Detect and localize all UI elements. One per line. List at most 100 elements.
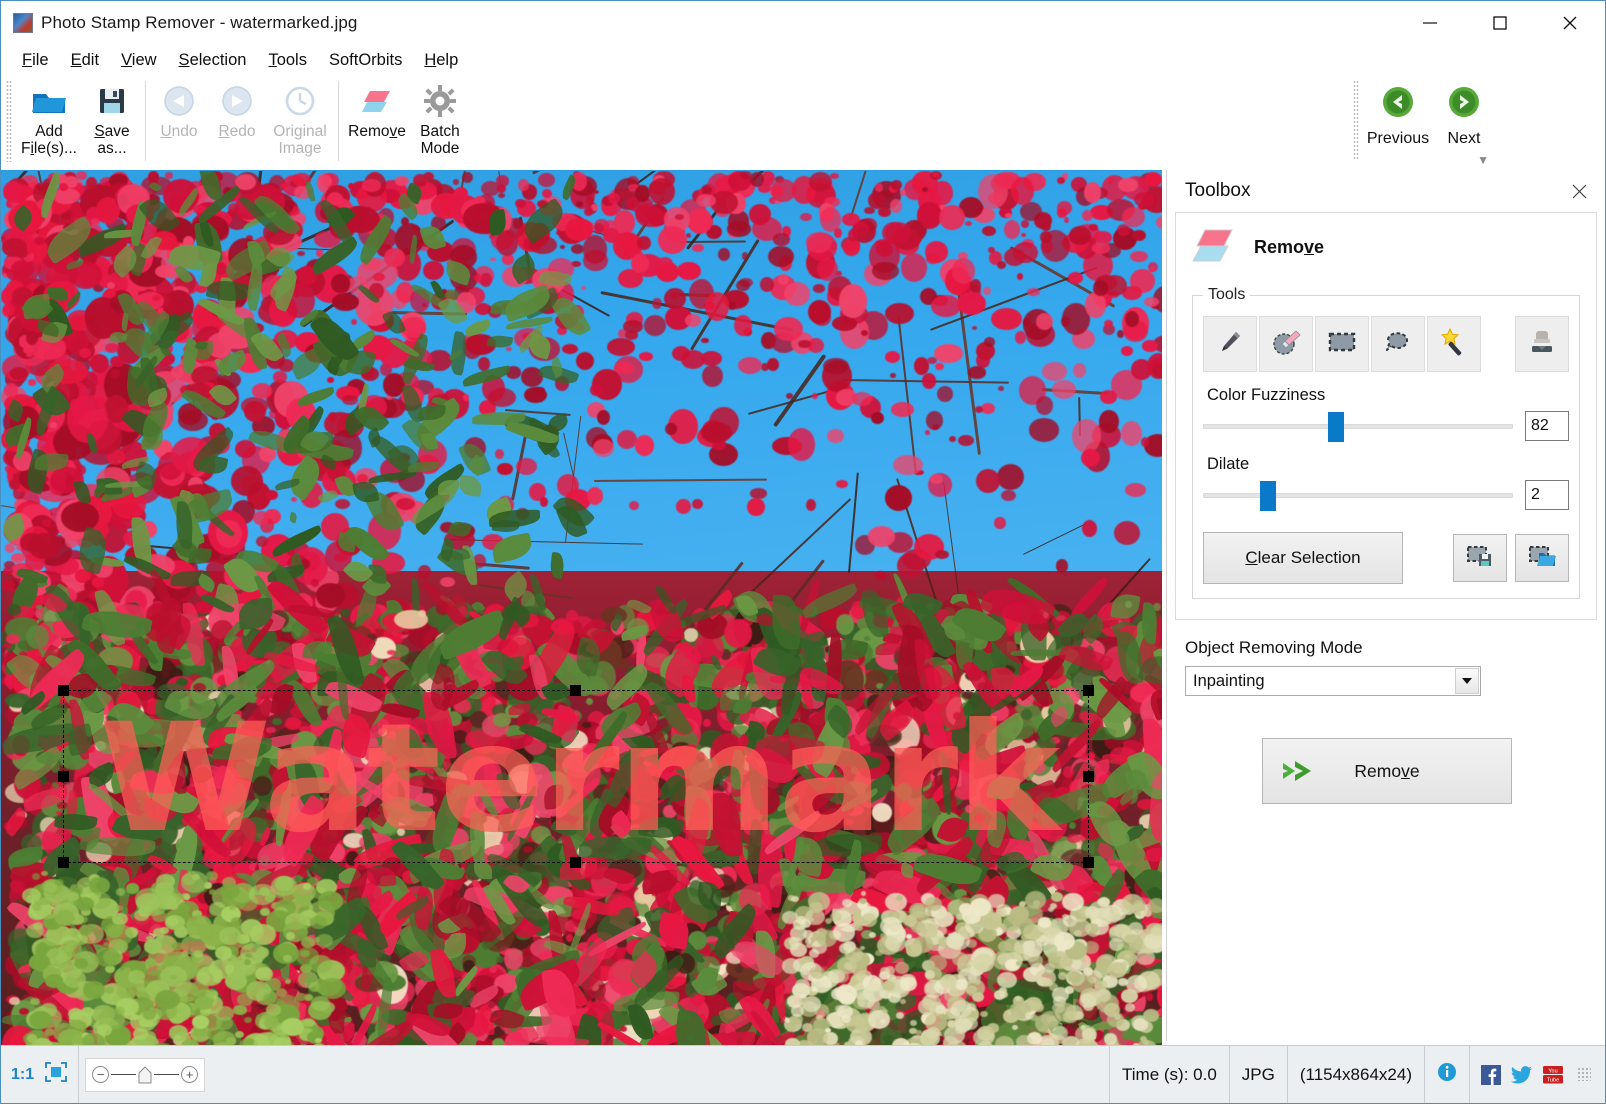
maximize-button[interactable] <box>1465 1 1535 45</box>
photo-foliage-dot <box>863 635 870 642</box>
photo-blossom <box>423 261 444 281</box>
photo-blossom <box>890 180 903 190</box>
photo-blossom <box>691 244 705 253</box>
batch-mode-line2: Mode <box>420 140 460 158</box>
photo-blossom <box>634 184 650 203</box>
photo-blossom <box>843 238 860 257</box>
photo-blossom <box>734 315 752 337</box>
ribbon-drag-handle[interactable] <box>6 80 12 162</box>
menu-tools[interactable]: Tools <box>257 49 318 72</box>
menu-view[interactable]: View <box>110 49 167 72</box>
photo-blossom <box>934 344 963 364</box>
menu-selection[interactable]: Selection <box>168 49 258 72</box>
photo-blossom <box>874 571 887 580</box>
photo-blossom <box>1133 191 1155 207</box>
nav-expand-arrow[interactable]: ▼ <box>1477 153 1489 167</box>
menu-selection-rest: election <box>189 50 247 69</box>
photo-blossom <box>1068 271 1084 285</box>
photo-blossom <box>852 391 873 407</box>
photo-leaf <box>546 412 571 434</box>
photo-blossom <box>58 183 68 191</box>
menu-edit[interactable]: Edit <box>60 49 110 72</box>
photo-blossom <box>832 315 857 331</box>
next-button[interactable]: Next <box>1431 75 1497 148</box>
photo-blossom <box>983 337 996 347</box>
previous-button[interactable]: Previous <box>1365 75 1431 148</box>
add-files-button[interactable]: Add File(s)... <box>15 75 83 163</box>
photo-foliage-dot <box>25 624 50 650</box>
photo-blossom <box>498 193 505 199</box>
photo-blossom <box>643 315 666 336</box>
photo-blossom <box>582 235 608 264</box>
menu-file[interactable]: File <box>11 49 60 72</box>
photo-blossom <box>272 370 288 383</box>
close-button[interactable] <box>1535 1 1605 45</box>
menu-help[interactable]: Help <box>413 49 469 72</box>
batch-mode-button[interactable]: Batch Mode <box>411 75 469 163</box>
photo-blossom <box>384 247 405 268</box>
photo-blossom <box>1041 230 1071 262</box>
photo-blossom <box>1035 396 1053 416</box>
ribbon-remove-button[interactable]: Remove <box>343 75 411 163</box>
photo-blossom <box>1056 201 1073 215</box>
photo-branch <box>1023 522 1087 555</box>
app-icon <box>13 13 33 33</box>
photo-blossom <box>1041 223 1051 231</box>
green-left-arrow-icon <box>1381 85 1415 124</box>
image-canvas[interactable]: Watermark <box>1 170 1162 1045</box>
photo-branch <box>445 539 643 545</box>
photo-branch <box>678 240 747 243</box>
photo-blossom <box>899 189 906 197</box>
photo-blossom <box>664 423 677 435</box>
redo-button: Redo <box>208 75 266 163</box>
ribbon-separator-1 <box>145 81 146 161</box>
photo-blossom <box>860 330 868 337</box>
navigation-group: Previous Next ▼ <box>1353 75 1497 170</box>
photo-foliage-dot <box>2 642 12 649</box>
minimize-button[interactable] <box>1395 1 1465 45</box>
menu-softorbits[interactable]: SoftOrbits <box>318 49 413 72</box>
photo-blossom <box>750 171 765 187</box>
photo-blossom <box>863 206 876 215</box>
photo-branch <box>749 498 851 594</box>
photo-blossom <box>1149 266 1156 272</box>
photo-blossom <box>1084 182 1102 203</box>
photo-blossom <box>523 386 547 403</box>
photo-blossom <box>506 347 513 352</box>
photo-leaf <box>304 181 316 203</box>
photo-blossom <box>331 273 350 294</box>
green-right-arrow-icon <box>1447 85 1481 124</box>
photo-blossom <box>266 489 278 501</box>
photo-blossom <box>60 502 99 532</box>
photo-blossom <box>1051 379 1076 399</box>
photo-blossom <box>107 281 115 289</box>
photo-blossom <box>935 363 944 371</box>
photo-image <box>1 171 1162 1045</box>
photo-foliage-dot <box>8 996 20 1006</box>
photo-branch <box>594 478 768 483</box>
photo-blossom <box>238 213 249 219</box>
photo-blossom <box>1004 220 1021 240</box>
photo-blossom <box>998 385 1004 391</box>
photo-blossom <box>586 486 603 505</box>
photo-blossom <box>1131 358 1152 380</box>
nav-drag-handle[interactable] <box>1353 80 1359 160</box>
photo-blossom <box>575 201 584 207</box>
save-as-button[interactable]: Save as... <box>83 75 141 163</box>
photo-blossom <box>1001 489 1017 501</box>
photo-blossom <box>417 564 431 580</box>
photo-blossom <box>958 435 974 446</box>
photo-blossom <box>76 171 87 181</box>
photo-blossom <box>1 579 16 591</box>
photo-blossom <box>1081 448 1100 467</box>
photo-blossom <box>838 284 868 318</box>
photo-blossom <box>1021 220 1030 228</box>
photo-foliage-dot <box>495 955 504 963</box>
photo-blossom <box>983 286 992 296</box>
photo-leaf <box>549 552 566 580</box>
photo-blossom <box>231 466 263 496</box>
clock-history-icon <box>283 81 317 121</box>
photo-blossom <box>674 213 684 220</box>
photo-blossom <box>856 226 869 239</box>
photo-foliage-dot <box>820 616 836 632</box>
